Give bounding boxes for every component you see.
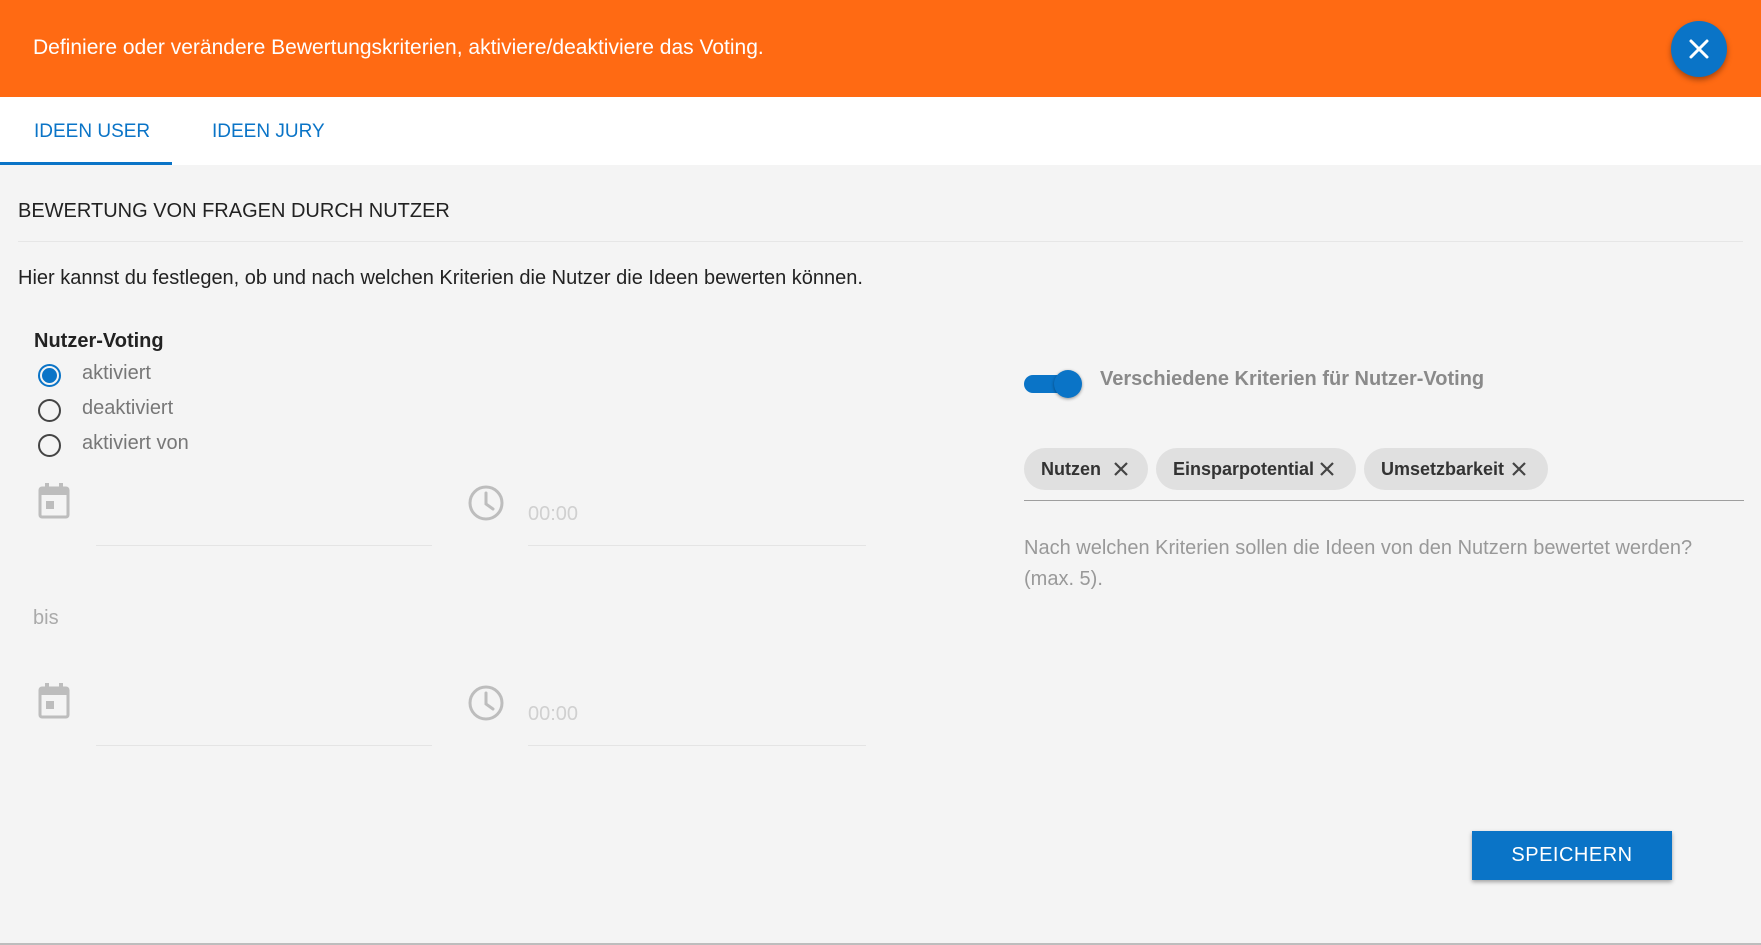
tab-ideen-user-label: IDEEN USER <box>34 121 151 142</box>
section-divider <box>18 241 1743 242</box>
radio-label-aktiviert: aktiviert <box>82 362 151 384</box>
chip-remove-icon[interactable] <box>1511 461 1527 482</box>
calendar-icon <box>37 482 71 525</box>
info-banner: Definiere oder verändere Bewertungskrite… <box>0 0 1761 97</box>
radio-button[interactable] <box>38 399 61 422</box>
tab-bar: IDEEN USER IDEEN JURY <box>0 97 1761 165</box>
section-title: BEWERTUNG VON FRAGEN DURCH NUTZER <box>18 200 450 222</box>
chip-remove-icon[interactable] <box>1319 461 1335 482</box>
banner-text: Definiere oder verändere Bewertungskrite… <box>33 36 764 59</box>
close-icon <box>1689 39 1709 59</box>
criteria-chip[interactable]: Einsparpotential <box>1156 448 1356 490</box>
from-time-input[interactable]: 00:00 <box>528 503 578 526</box>
close-button[interactable] <box>1671 21 1727 77</box>
clock-icon <box>467 484 505 527</box>
from-time-underline <box>528 545 866 546</box>
chip-remove-icon[interactable] <box>1113 461 1129 482</box>
criteria-hint: Nach welchen Kriterien sollen die Ideen … <box>1024 537 1693 590</box>
radio-button-checked[interactable] <box>38 364 61 387</box>
to-time-input[interactable]: 00:00 <box>528 703 578 726</box>
calendar-icon <box>37 682 71 725</box>
tab-ideen-jury-label: IDEEN JURY <box>212 121 325 142</box>
chip-label: Umsetzbarkeit <box>1381 459 1505 479</box>
tab-ideen-jury[interactable]: IDEEN JURY <box>172 97 352 165</box>
clock-icon <box>467 684 505 727</box>
from-date-input[interactable] <box>96 545 432 546</box>
tab-ideen-user[interactable]: IDEEN USER <box>0 97 172 165</box>
to-date-input[interactable] <box>96 745 432 746</box>
radio-dot <box>42 368 57 383</box>
radio-label-aktiviert-von: aktiviert von <box>82 432 189 454</box>
bis-label: bis <box>33 607 59 629</box>
criteria-chip[interactable]: Umsetzbarkeit <box>1364 448 1548 490</box>
criteria-input-underline <box>1024 500 1744 501</box>
chip-label: Nutzen <box>1041 459 1101 479</box>
save-button[interactable]: SPEICHERN <box>1472 831 1672 880</box>
section-description: Hier kannst du festlegen, ob und nach we… <box>18 267 863 289</box>
voting-label: Nutzer-Voting <box>34 330 164 352</box>
criteria-chip[interactable]: Nutzen <box>1024 448 1148 490</box>
radio-label-deaktiviert: deaktiviert <box>82 397 174 419</box>
criteria-toggle-label: Verschiedene Kriterien für Nutzer-Voting <box>1100 368 1485 390</box>
criteria-toggle[interactable] <box>1024 366 1088 398</box>
toggle-thumb <box>1054 370 1082 398</box>
radio-button[interactable] <box>38 434 61 457</box>
chip-label: Einsparpotential <box>1173 459 1315 479</box>
to-time-underline <box>528 745 866 746</box>
